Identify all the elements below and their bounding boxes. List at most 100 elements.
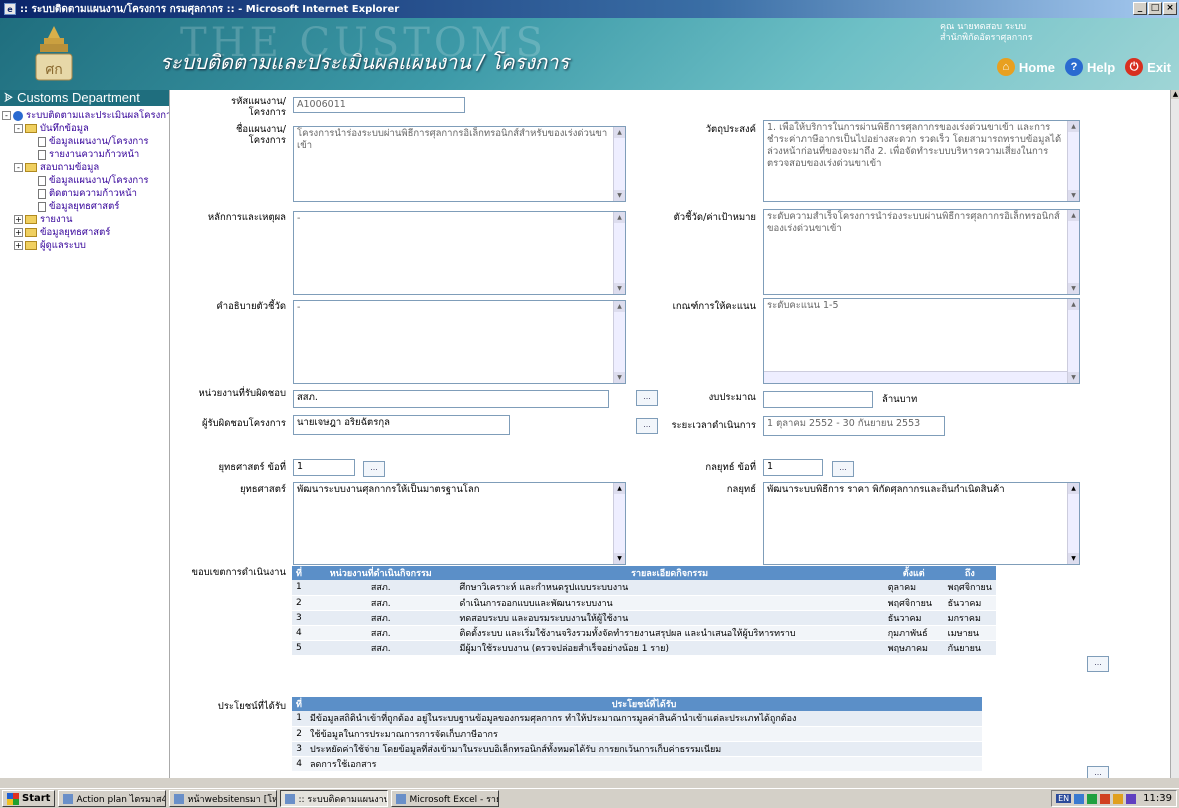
exit-button[interactable]: ⏻ Exit [1125,58,1171,76]
page-scrollbar[interactable]: ▲ [1170,90,1179,778]
sidebar-item-2[interactable]: รายงานความก้าวหน้า [2,148,169,161]
sidebar-item-3[interactable]: - สอบถามข้อมูล [2,161,169,174]
activities-header-cell: ที่ [292,566,306,580]
sidebar-item-5[interactable]: ติดตามความก้าวหน้า [2,187,169,200]
strategy-textarea[interactable]: พัฒนาระบบงานศุลกากรให้เป็นมาตรฐานโลก [293,482,626,565]
window-controls: _ □ × [1133,2,1177,15]
textarea-scrollbar[interactable] [613,212,625,294]
textarea-scrollbar[interactable] [613,301,625,383]
document-icon [38,201,46,212]
home-button[interactable]: ⌂ Home [996,58,1055,76]
kpi-textarea[interactable]: ระดับความสำเร็จโครงการนำร่องระบบผ่านพิธี… [763,209,1080,295]
taskbar-task-3[interactable]: Microsoft Excel - รายง... [391,790,500,807]
nav-tree: - ระบบติดตามและประเมินผลโครงการ - บันทึกข… [0,106,169,252]
table-cell: ธันวาคม [943,595,996,611]
textarea-scrollbar[interactable] [613,483,625,564]
kpi-desc-textarea[interactable]: - [293,300,626,384]
window-titlebar[interactable]: e :: ระบบติดตามแผนงาน/โครงการ กรมศุลกากร… [0,0,1179,18]
expand-icon[interactable]: + [14,215,23,224]
help-icon: ? [1064,58,1083,76]
table-cell: สสภ. [305,625,456,641]
volume-icon[interactable] [1126,793,1137,804]
code-field[interactable]: A1006011 [293,97,465,113]
sidebar-heading-label: Customs Department [17,90,140,105]
sidebar-item-label: ติดตามความก้าวหน้า [49,188,137,199]
criteria-textarea[interactable]: ระดับคะแนน 1-5 [763,298,1080,384]
name-textarea[interactable]: โครงการนำร่องระบบผ่านพิธีการศุลกากรอิเล็… [293,126,626,202]
activities-edit-button[interactable]: ... [1087,656,1109,672]
tactic-textarea[interactable]: พัฒนาระบบพิธีการ ราคา พิกัดศุลกากรและถิ่… [763,482,1080,565]
budget-field[interactable] [763,391,873,408]
taskbar-task-2[interactable]: :: ระบบติดตามแผนงาน/... [280,790,389,807]
table-cell: พฤศจิกายน [943,580,996,596]
expand-icon[interactable]: + [14,228,23,237]
collapse-icon[interactable]: - [14,163,23,172]
taskbar-task-1[interactable]: หน้าwebsitensมา [โหม... [169,790,278,807]
svg-text:ศก: ศก [45,62,62,78]
taskbar-task-0[interactable]: Action plan ไตรมาส4 ... [58,790,167,807]
security-icon[interactable] [1087,793,1098,804]
folder-icon [25,228,37,237]
name-label: ชื่อแผนงาน/โครงการ [235,124,286,146]
owner-field[interactable]: นายเจษฎา อริยฉัตรกุล [293,415,510,435]
network-icon[interactable] [1074,793,1085,804]
period-field[interactable]: 1 ตุลาคม 2552 - 30 กันยายน 2553 [763,416,945,436]
language-indicator[interactable]: EN [1056,794,1072,803]
antivirus-icon[interactable] [1100,793,1111,804]
textarea-scrollbar[interactable] [1067,483,1079,564]
update-icon[interactable] [1113,793,1124,804]
tree-root[interactable]: - ระบบติดตามและประเมินผลโครงการ [2,109,169,122]
scroll-up-icon[interactable]: ▲ [1171,90,1179,99]
unit-label: หน่วยงานที่รับผิดชอบ [198,388,286,399]
sidebar-item-8[interactable]: + ข้อมูลยุทธศาสตร์ [2,226,169,239]
sidebar-item-1[interactable]: ข้อมูลแผนงาน/โครงการ [2,135,169,148]
rationale-textarea[interactable]: - [293,211,626,295]
table-cell: มกราคม [943,610,996,626]
textarea-scrollbar[interactable] [1067,299,1079,383]
sidebar-item-7[interactable]: + รายงาน [2,213,169,226]
textarea-scrollbar[interactable] [1067,210,1079,294]
tactic-no-field[interactable]: 1 [763,459,823,476]
activities-header-cell: รายละเอียดกิจกรรม [455,566,884,580]
help-button[interactable]: ? Help [1064,58,1115,76]
benefits-header-cell: ประโยชน์ที่ได้รับ [306,697,982,711]
textarea-scrollbar[interactable] [613,127,625,201]
exit-label: Exit [1147,59,1171,75]
table-row: 5 สสภ. มีผู้มาใช้ระบบงาน (ตรวจปล่อยสำเร็จอ… [292,640,996,656]
strategy-lookup-button[interactable]: ... [363,461,385,477]
code-label: รหัสแผนงาน/โครงการ [230,96,286,118]
sidebar-item-4[interactable]: ข้อมูลแผนงาน/โครงการ [2,174,169,187]
sidebar-item-label: รายงาน [40,214,73,225]
sidebar-item-6[interactable]: ข้อมูลยุทธศาสตร์ [2,200,169,213]
activities-header-cell: ถึง [943,566,996,580]
sidebar-item-0[interactable]: - บันทึกข้อมูล [2,122,169,135]
sidebar-item-9[interactable]: + ผู้ดูแลระบบ [2,239,169,252]
objective-label: วัตถุประสงค์ [705,124,756,135]
strategy-no-field[interactable]: 1 [293,459,355,476]
sidebar-item-label: ข้อมูลแผนงาน/โครงการ [49,136,149,147]
minimize-icon[interactable]: _ [1133,2,1147,15]
expand-icon[interactable]: + [14,241,23,250]
close-icon[interactable]: × [1163,2,1177,15]
table-cell: พฤศจิกายน [883,595,944,611]
tactic-lookup-button[interactable]: ... [832,461,854,477]
app-header: THE CUSTOMS ศก ระบบติดตามและประเมินผลแผน… [0,18,1179,90]
task-app-icon [285,793,296,804]
collapse-icon[interactable]: - [14,124,23,133]
unit-field[interactable]: สสภ. [293,390,609,408]
task-label: Action plan ไตรมาส4 ... [76,794,167,805]
maximize-icon[interactable]: □ [1148,2,1162,15]
home-label: Home [1018,59,1055,75]
benefits-edit-button[interactable]: ... [1087,766,1109,778]
table-cell: กันยายน [943,640,996,656]
textarea-scrollbar[interactable] [1067,121,1079,201]
table-cell: 1 [292,580,306,596]
activities-table: ที่ หน่วยงานที่ดำเนินกิจกรรม รายละเอียดกิจ… [292,566,996,656]
collapse-icon[interactable]: - [2,111,11,120]
textarea-hscrollbar[interactable] [764,371,1067,383]
sidebar-heading: ᗎ Customs Department [0,90,169,106]
unit-lookup-button[interactable]: ... [636,390,658,406]
objective-textarea[interactable]: 1. เพื่อให้บริการในการผ่านพิธีการศุลกากร… [763,120,1080,202]
start-button[interactable]: Start [2,790,56,807]
strategy-no-label: ยุทธศาสตร์ ข้อที่ [218,462,286,473]
